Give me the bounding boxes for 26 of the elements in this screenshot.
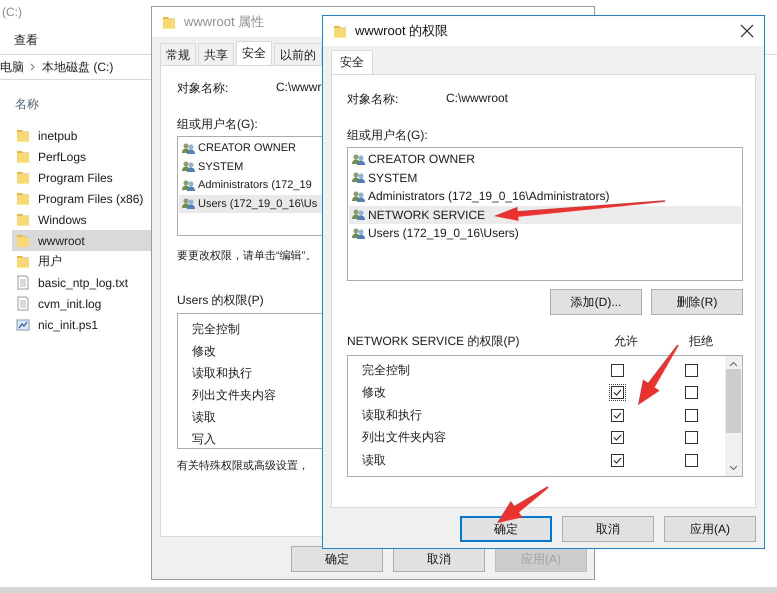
window-title: (C:)	[1, 4, 22, 21]
hint-text: 有关特殊权限或高级设置，	[177, 458, 309, 472]
column-header: 允许	[614, 333, 639, 350]
field-label: NETWORK SERVICE 的权限(P)	[347, 333, 520, 350]
permission-name: 读取和执行	[192, 365, 252, 382]
field-label: 组或用户名(G):	[347, 127, 428, 141]
column-header: 拒绝	[689, 333, 713, 350]
dialog-title: wwwroot 的权限	[355, 22, 448, 40]
permission-name: 读取	[362, 452, 387, 469]
permission-name: 列出文件夹内容	[192, 387, 276, 404]
field-label: 组或用户名(G):	[177, 116, 258, 130]
hint-text: 要更改权限，请单击“编辑”。	[177, 249, 316, 262]
permission-name: 完全控制	[192, 321, 240, 338]
field-label: 对象名称:	[347, 91, 400, 108]
permission-name: 列出文件夹内容	[362, 429, 447, 446]
field-label: 对象名称:	[177, 80, 230, 97]
permission-name: 读取和执行	[362, 406, 423, 424]
field-label: Users 的权限(P)	[177, 292, 264, 306]
permission-name: 写入	[192, 431, 216, 448]
permission-name: 修改	[362, 384, 387, 402]
object-name-value: C:\wwwroot	[446, 91, 508, 107]
permission-name: 完全控制	[362, 362, 411, 379]
object-name-value: C:\wwwr	[276, 80, 322, 96]
dialog-title: wwwroot 属性	[184, 13, 264, 31]
permission-name: 读取	[192, 409, 216, 426]
permission-name: 修改	[192, 343, 216, 360]
